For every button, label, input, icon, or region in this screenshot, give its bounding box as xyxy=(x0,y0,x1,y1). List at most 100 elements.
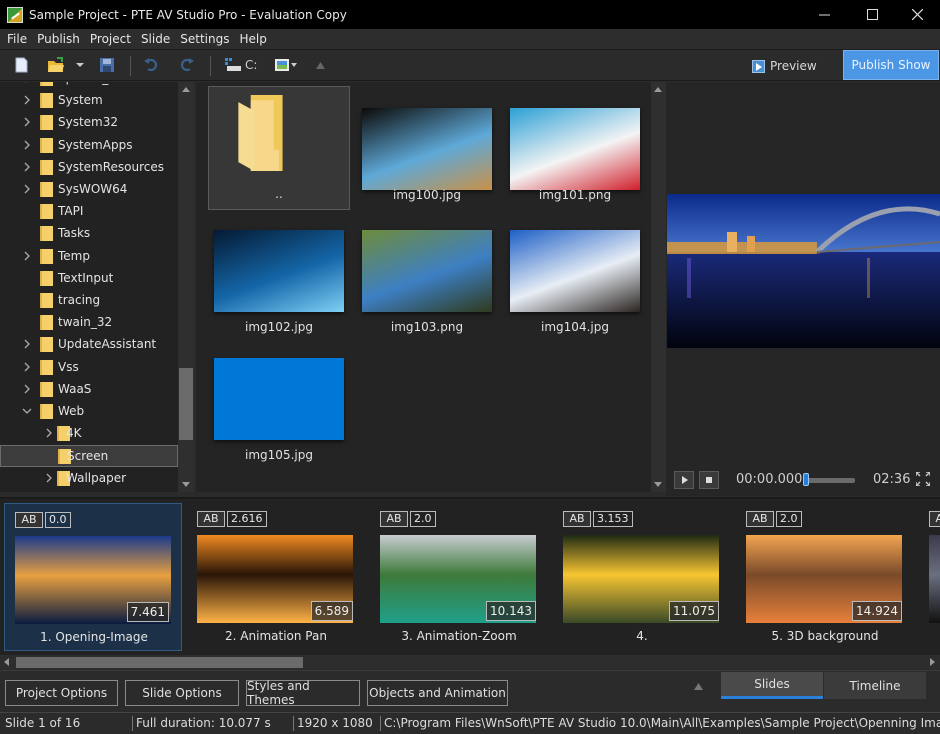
menu-slide[interactable]: Slide xyxy=(136,29,175,49)
tree-item[interactable]: TAPI xyxy=(0,201,178,223)
file-item[interactable]: img105.jpg xyxy=(214,358,344,472)
tree-item[interactable]: twain_32 xyxy=(0,312,178,334)
tree-item[interactable]: System xyxy=(0,90,178,112)
scroll-right-icon[interactable] xyxy=(930,658,935,666)
chevron-down-icon[interactable] xyxy=(22,406,32,416)
recent-projects-dropdown[interactable] xyxy=(76,56,84,74)
view-mode-dropdown[interactable] xyxy=(275,56,297,74)
chevron-right-icon[interactable] xyxy=(22,362,32,372)
undo-button[interactable] xyxy=(144,56,158,74)
slide-strip: AB 0.0 7.461 1. Opening-Image AB 2.616 6.589 2.… xyxy=(0,497,940,655)
tree-item[interactable]: Vss xyxy=(0,357,178,379)
transition-badge[interactable]: AB xyxy=(929,511,940,527)
chevron-right-icon[interactable] xyxy=(22,117,32,127)
slide-item[interactable]: AB 0.0 7.461 1. Opening-Image xyxy=(4,503,182,651)
chevron-right-icon[interactable] xyxy=(22,184,32,194)
file-item[interactable]: img103.png xyxy=(362,230,492,344)
slide-item[interactable]: AB 2.0 14.924 5. 3D background xyxy=(736,503,914,651)
scroll-left-icon[interactable] xyxy=(4,658,9,666)
menu-settings[interactable]: Settings xyxy=(175,29,234,49)
scroll-down-icon[interactable] xyxy=(654,482,662,487)
tree-item[interactable]: 4K xyxy=(0,423,178,445)
scrollbar-thumb[interactable] xyxy=(179,368,193,440)
new-project-button[interactable] xyxy=(15,56,28,74)
tree-item[interactable]: SystemResources xyxy=(0,157,178,179)
tree-item[interactable]: SystemApps xyxy=(0,135,178,157)
chevron-right-icon[interactable] xyxy=(22,339,32,349)
folder-tree-scrollbar[interactable] xyxy=(178,82,194,492)
tab-slides[interactable]: Slides xyxy=(721,672,823,699)
chevron-right-icon[interactable] xyxy=(22,140,32,150)
tree-item[interactable]: Screen xyxy=(0,445,178,468)
slide-item[interactable]: AB 3.153 11.075 4. xyxy=(553,503,731,651)
publish-show-button[interactable]: Publish Show xyxy=(843,50,939,80)
styles-and-themes-button[interactable]: Styles and Themes xyxy=(246,679,360,707)
stop-button[interactable] xyxy=(699,471,719,489)
scrollbar-thumb[interactable] xyxy=(16,657,303,668)
chevron-right-icon[interactable] xyxy=(44,473,54,483)
maximize-button[interactable] xyxy=(849,0,895,29)
tree-item[interactable]: Web xyxy=(0,401,178,423)
file-item[interactable]: img100.jpg xyxy=(362,106,492,216)
tree-item[interactable]: tracing xyxy=(0,290,178,312)
file-item[interactable]: img104.jpg xyxy=(510,230,640,344)
preview-button[interactable]: Preview xyxy=(752,54,817,78)
folder-up-button[interactable] xyxy=(316,56,325,74)
chevron-right-icon[interactable] xyxy=(22,384,32,394)
transition-badge[interactable]: AB xyxy=(197,511,225,527)
tree-item[interactable]: UpdateAssistant xyxy=(0,334,178,356)
chevron-right-icon[interactable] xyxy=(22,95,32,105)
tree-item[interactable]: WaaS xyxy=(0,379,178,401)
transition-badge[interactable]: AB xyxy=(15,512,43,528)
scroll-down-icon[interactable] xyxy=(182,482,190,487)
save-button[interactable] xyxy=(100,56,114,74)
project-options-button[interactable]: Project Options xyxy=(5,680,118,706)
transition-badge[interactable]: AB xyxy=(380,511,408,527)
fullscreen-button[interactable] xyxy=(915,471,931,489)
tree-item[interactable]: TextInput xyxy=(0,268,178,290)
objects-and-animation-button[interactable]: Objects and Animation xyxy=(367,680,508,706)
transition-badge[interactable]: AB xyxy=(563,511,591,527)
menu-help[interactable]: Help xyxy=(234,29,271,49)
transition-badge[interactable]: AB xyxy=(746,511,774,527)
file-item[interactable]: img101.png xyxy=(510,106,640,216)
collapse-up-icon[interactable] xyxy=(694,683,703,690)
open-project-button[interactable] xyxy=(47,56,65,74)
chevron-right-icon[interactable] xyxy=(22,162,32,172)
chevron-right-icon[interactable] xyxy=(22,82,32,83)
scroll-up-icon[interactable] xyxy=(654,87,662,92)
tree-item[interactable]: SysWOW64 xyxy=(0,179,178,201)
play-button[interactable] xyxy=(674,471,694,489)
chevron-right-icon[interactable] xyxy=(44,428,54,438)
tree-item[interactable]: Tasks xyxy=(0,223,178,245)
redo-button[interactable] xyxy=(180,56,194,74)
slide-strip-scrollbar[interactable] xyxy=(0,655,940,669)
menu-project[interactable]: Project xyxy=(85,29,136,49)
slide-options-button[interactable]: Slide Options xyxy=(125,680,239,706)
transition-time-badge[interactable]: 2.0 xyxy=(410,511,436,527)
transition-time-badge[interactable]: 0.0 xyxy=(45,512,71,528)
minimize-button[interactable] xyxy=(801,0,847,29)
transition-time-badge[interactable]: 2.616 xyxy=(227,511,267,527)
tree-item[interactable]: Temp xyxy=(0,246,178,268)
tree-item[interactable]: Speech_OneCore xyxy=(0,82,178,90)
file-browser-scrollbar[interactable] xyxy=(651,82,666,492)
tree-item[interactable]: Wallpaper xyxy=(0,468,178,490)
menu-file[interactable]: File xyxy=(2,29,32,49)
playback-slider-handle[interactable] xyxy=(803,473,809,486)
file-item[interactable]: img102.jpg xyxy=(214,230,344,344)
slide-item[interactable]: AB 2.0 10.143 3. Animation-Zoom xyxy=(370,503,548,651)
parent-folder-item[interactable]: .. xyxy=(208,86,350,210)
chevron-right-icon[interactable] xyxy=(22,251,32,261)
tree-item[interactable]: System32 xyxy=(0,112,178,134)
scroll-up-icon[interactable] xyxy=(182,87,190,92)
tab-timeline[interactable]: Timeline xyxy=(824,672,926,699)
transition-time-badge[interactable]: 3.153 xyxy=(593,511,633,527)
slide-item[interactable]: AB xyxy=(919,503,940,651)
menu-publish[interactable]: Publish xyxy=(32,29,85,49)
close-button[interactable] xyxy=(894,0,940,29)
transition-time-badge[interactable]: 2.0 xyxy=(776,511,802,527)
drive-selector[interactable]: C: xyxy=(225,56,257,74)
slide-item[interactable]: AB 2.616 6.589 2. Animation Pan xyxy=(187,503,365,651)
playback-slider[interactable] xyxy=(805,478,855,483)
